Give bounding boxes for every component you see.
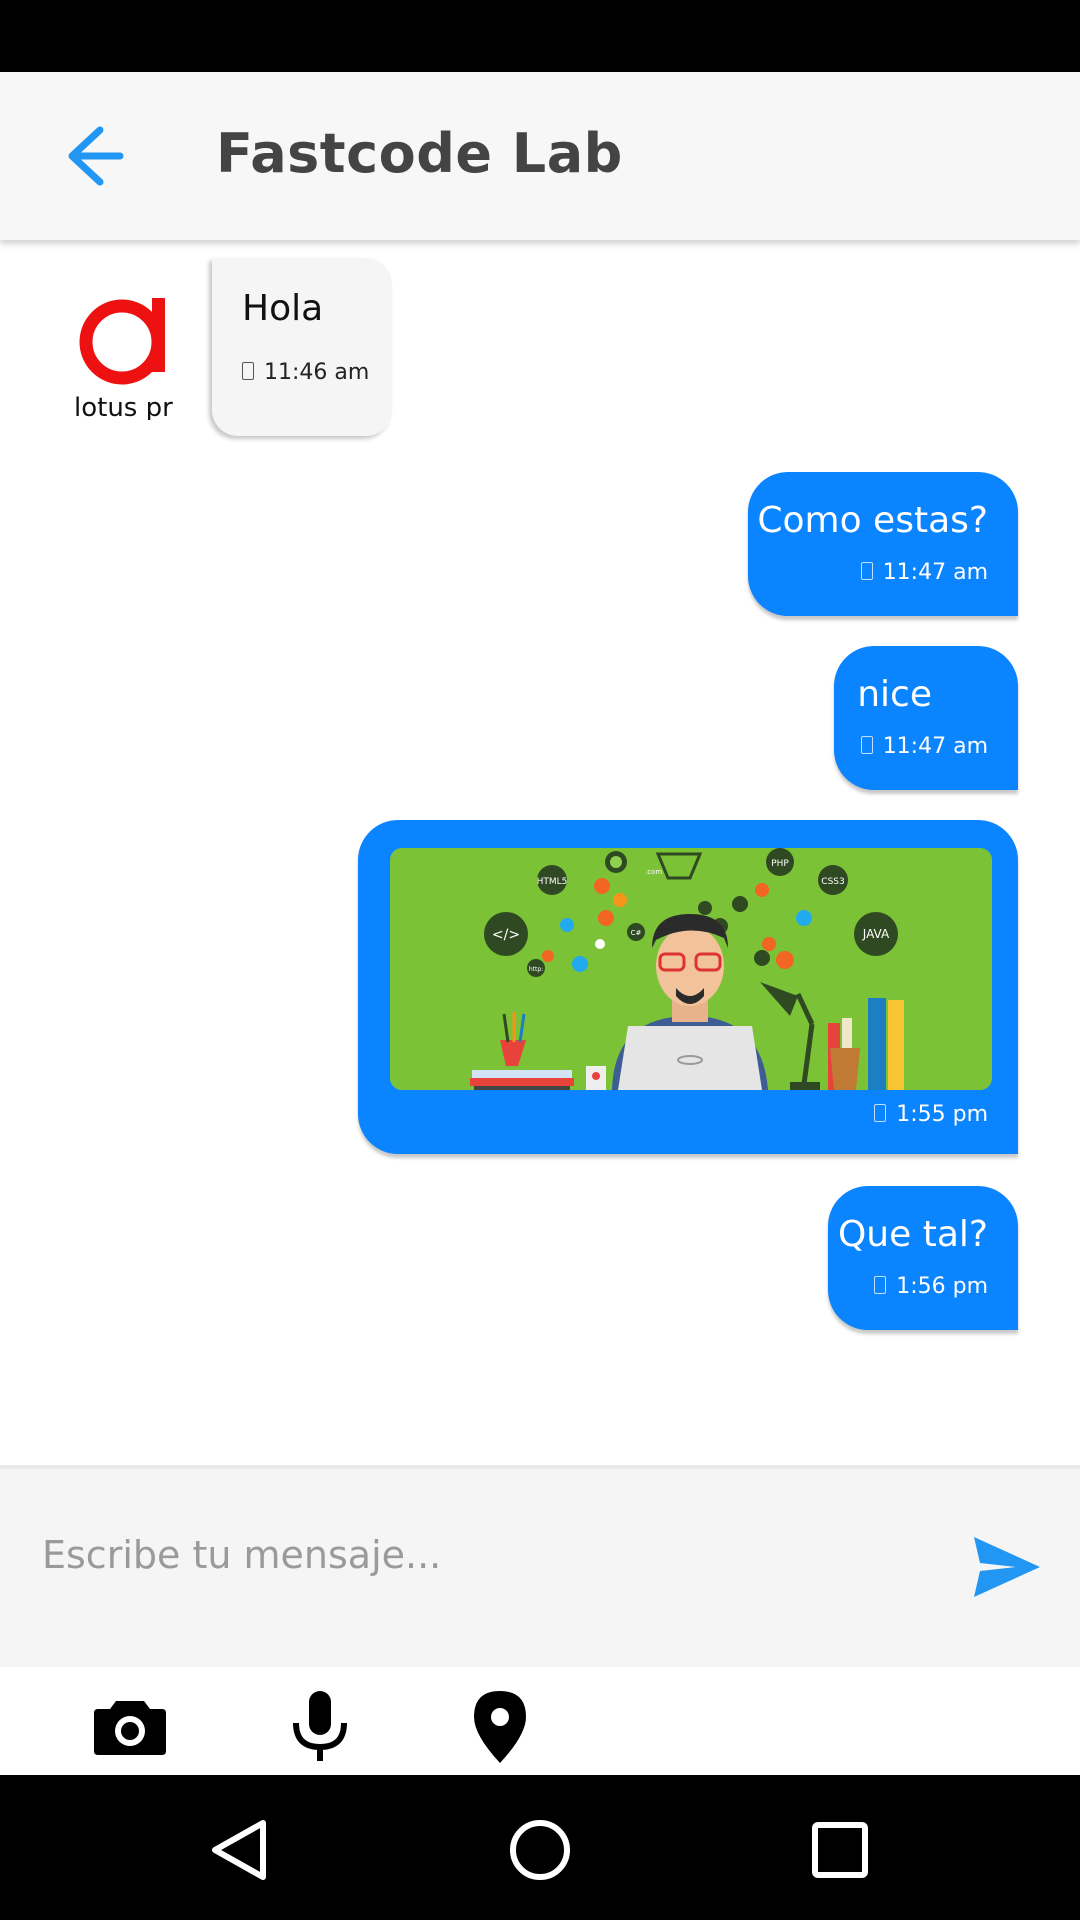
arrow-back-icon <box>68 126 124 186</box>
microphone-icon <box>293 1691 347 1761</box>
shared-image[interactable]: HTML5 PHP CSS3 JAVA </> C# .com http: <box>390 848 992 1090</box>
send-icon <box>974 1537 1040 1597</box>
avatar[interactable]: lotus pr <box>60 270 180 420</box>
avatar-label: lotus pr <box>74 393 173 420</box>
message-time: 11:46 am <box>242 360 369 385</box>
nav-home-button[interactable] <box>505 1815 575 1885</box>
camera-button[interactable] <box>90 1687 170 1767</box>
chat-title: Fastcode Lab <box>216 122 623 185</box>
status-icon <box>242 362 254 380</box>
attachment-toolbar <box>0 1667 1080 1775</box>
image-label: .com <box>645 868 662 876</box>
message-time-label: 11:46 am <box>264 360 370 385</box>
image-label: CSS3 <box>821 877 844 887</box>
location-button[interactable] <box>460 1687 540 1767</box>
message-time-label: 11:47 am <box>882 734 988 759</box>
send-button[interactable] <box>972 1535 1042 1599</box>
status-icon <box>874 1104 887 1122</box>
nav-recents-button[interactable] <box>805 1815 875 1885</box>
message-time: 11:47 am <box>860 734 988 759</box>
message-time: 1:56 pm <box>874 1274 988 1299</box>
nav-back-icon <box>212 1820 266 1880</box>
message-text: Hola <box>242 288 324 329</box>
message-bubble-outgoing[interactable]: Como estas? 11:47 am <box>748 472 1018 616</box>
message-time-label: 1:56 pm <box>896 1274 988 1299</box>
message-text: nice <box>857 674 932 715</box>
app-bar: Fastcode Lab <box>0 72 1080 240</box>
message-time-label: 11:47 am <box>882 560 988 585</box>
message-time: 11:47 am <box>860 560 988 585</box>
location-pin-icon <box>474 1691 526 1763</box>
message-text: Que tal? <box>837 1214 988 1255</box>
message-bubble-outgoing[interactable]: nice 11:47 am <box>834 646 1018 790</box>
back-button[interactable] <box>60 124 136 188</box>
image-label: JAVA <box>862 927 890 941</box>
image-label: HTML5 <box>537 877 568 887</box>
message-list[interactable]: lotus pr Hola 11:46 am Como estas? 11:47… <box>0 240 1080 1465</box>
system-nav-bar <box>0 1775 1080 1920</box>
image-label: </> <box>492 927 520 943</box>
message-bubble-outgoing[interactable]: Que tal? 1:56 pm <box>828 1186 1018 1330</box>
image-label: PHP <box>771 859 789 869</box>
message-time-label: 1:55 pm <box>896 1102 988 1127</box>
status-bar <box>0 0 1080 72</box>
camera-icon <box>94 1701 166 1755</box>
nav-back-button[interactable] <box>205 1815 275 1885</box>
status-icon <box>860 562 873 580</box>
status-icon <box>860 736 873 754</box>
message-time: 1:55 pm <box>874 1102 988 1127</box>
message-text: Como estas? <box>757 500 988 541</box>
status-icon <box>874 1276 887 1294</box>
message-composer <box>0 1465 1080 1671</box>
message-input[interactable] <box>40 1519 924 1591</box>
image-message-bubble[interactable]: HTML5 PHP CSS3 JAVA </> C# .com http: 1:… <box>358 820 1018 1154</box>
image-label: http: <box>529 966 543 973</box>
microphone-button[interactable] <box>280 1687 360 1767</box>
nav-home-icon <box>510 1820 570 1880</box>
image-label: C# <box>631 929 642 937</box>
message-bubble-incoming[interactable]: Hola 11:46 am <box>212 258 392 436</box>
nav-recents-icon <box>812 1822 868 1878</box>
